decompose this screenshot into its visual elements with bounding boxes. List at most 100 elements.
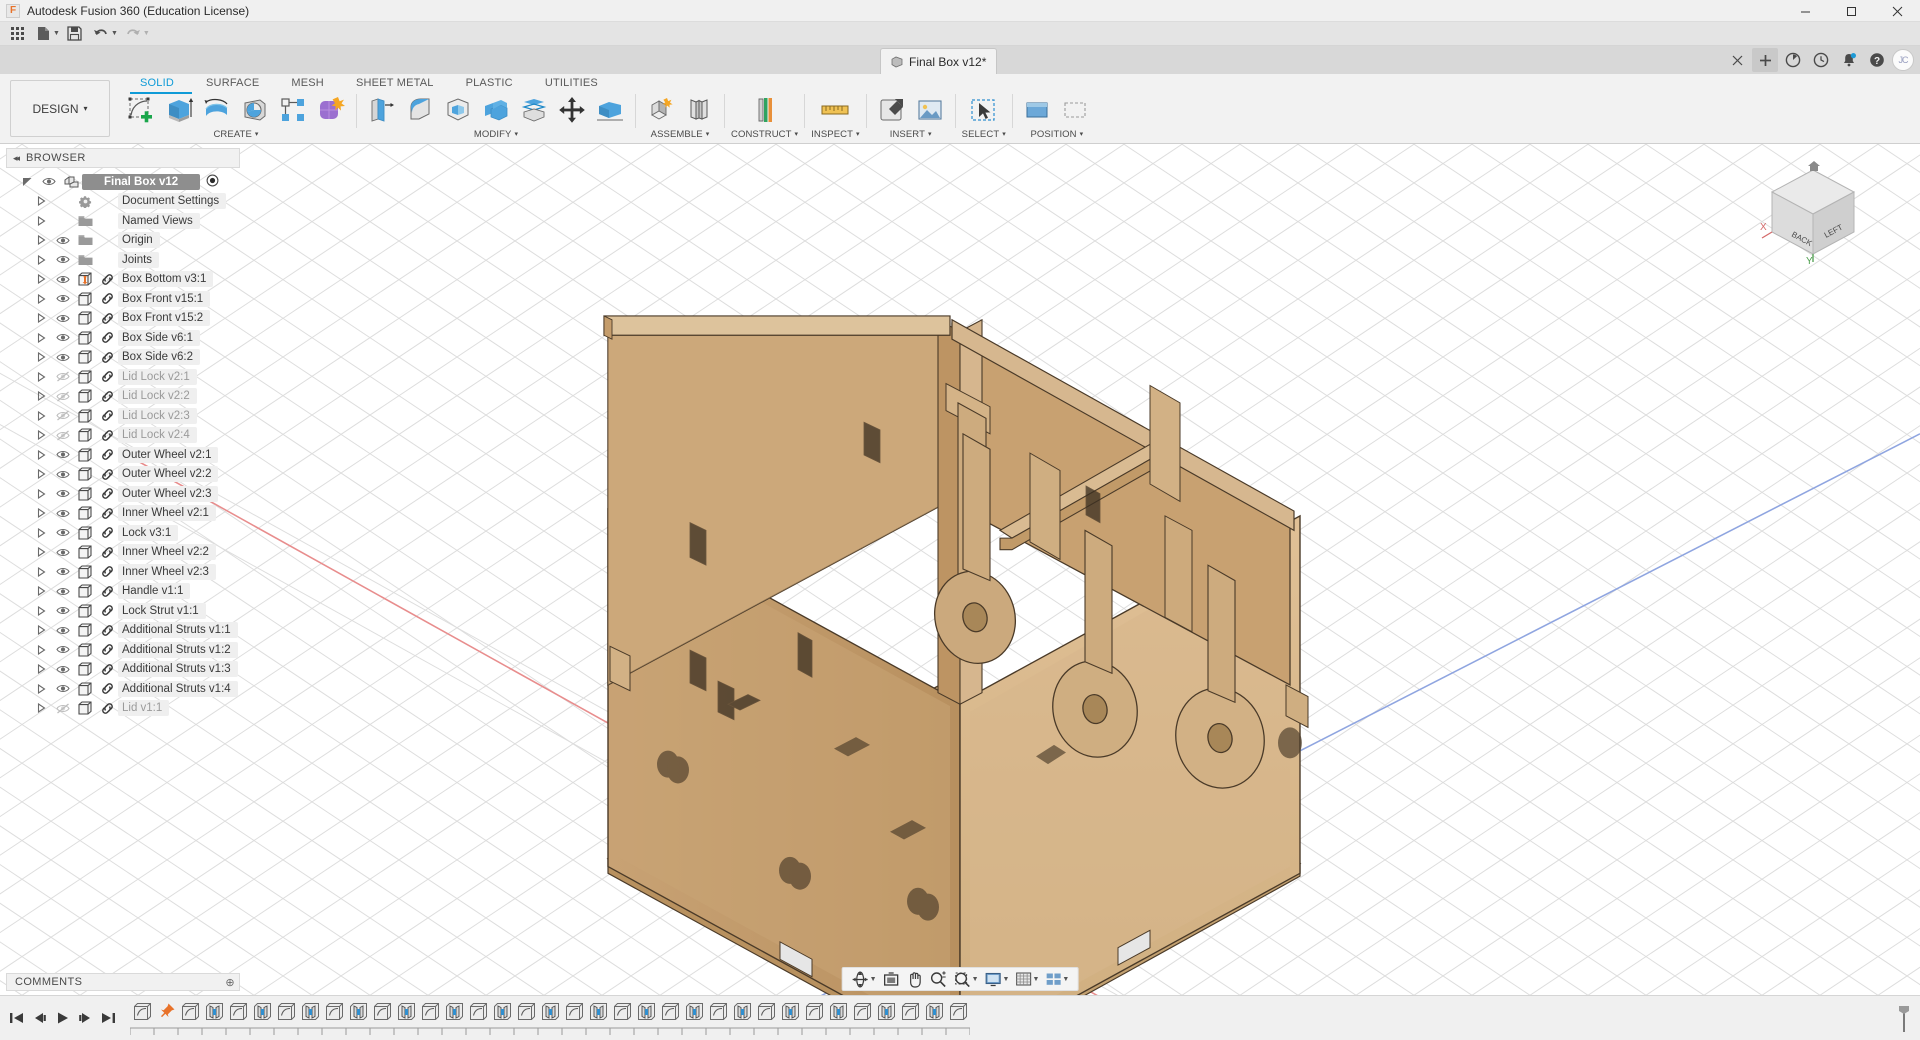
expand-triangle-icon[interactable]: [30, 645, 52, 655]
visibility-on-icon[interactable]: [52, 332, 74, 343]
visibility-off-icon[interactable]: [52, 703, 74, 714]
move-copy-icon[interactable]: [553, 92, 591, 128]
timeline-feature-joint[interactable]: [394, 998, 418, 1024]
go-to-beginning-icon[interactable]: [6, 1005, 26, 1031]
timeline-feature-sketch[interactable]: [130, 998, 154, 1024]
visibility-on-icon[interactable]: [52, 644, 74, 655]
expand-triangle-icon[interactable]: [30, 547, 52, 557]
look-at-icon[interactable]: [880, 968, 903, 990]
ribbon-group-assemble-label[interactable]: ASSEMBLE▾: [651, 128, 710, 140]
browser-tree-item[interactable]: Box Front v15:2: [0, 309, 248, 329]
timeline-feature-sketch[interactable]: [370, 998, 394, 1024]
visibility-on-icon[interactable]: [52, 488, 74, 499]
expand-triangle-icon[interactable]: [30, 684, 52, 694]
close-button[interactable]: [1874, 0, 1920, 22]
shell-icon[interactable]: [439, 92, 477, 128]
expand-triangle-icon[interactable]: [30, 294, 52, 304]
expand-triangle-icon[interactable]: [30, 450, 52, 460]
timeline-feature-joint[interactable]: [634, 998, 658, 1024]
visibility-on-icon[interactable]: [52, 449, 74, 460]
new-file-caret-icon[interactable]: ▼: [53, 30, 60, 37]
ribbon-group-create-label[interactable]: CREATE▾: [213, 128, 258, 140]
timeline-feature-sketch[interactable]: [514, 998, 538, 1024]
visibility-on-icon[interactable]: [38, 176, 60, 187]
timeline-feature-sketch[interactable]: [178, 998, 202, 1024]
expand-triangle-icon[interactable]: [30, 196, 52, 206]
insert-derive-icon[interactable]: [873, 92, 911, 128]
browser-tree-item[interactable]: Lock v3:1: [0, 523, 248, 543]
expand-triangle-icon[interactable]: [30, 664, 52, 674]
browser-tree-item[interactable]: Outer Wheel v2:2: [0, 465, 248, 485]
timeline-feature-sketch[interactable]: [562, 998, 586, 1024]
display-settings-caret-icon[interactable]: ▼: [1003, 976, 1010, 983]
browser-tree-item[interactable]: Joints: [0, 250, 248, 270]
play-icon[interactable]: [52, 1005, 72, 1031]
expand-triangle-icon[interactable]: [30, 508, 52, 518]
pan-icon[interactable]: [904, 968, 926, 990]
browser-tree-item[interactable]: Box Side v6:2: [0, 348, 248, 368]
press-pull-icon[interactable]: [363, 92, 401, 128]
ribbon-group-modify-label[interactable]: MODIFY▾: [474, 128, 518, 140]
ribbon-group-position-label[interactable]: POSITION▾: [1030, 128, 1083, 140]
position-snapshot-icon[interactable]: [1019, 92, 1057, 128]
timeline-feature-joint[interactable]: [538, 998, 562, 1024]
close-tab-button[interactable]: [1724, 48, 1750, 72]
timeline-feature-joint[interactable]: [250, 998, 274, 1024]
browser-header[interactable]: ◂◂ BROWSER: [6, 148, 240, 168]
timeline-feature-sketch[interactable]: [850, 998, 874, 1024]
view-cube[interactable]: BACK LEFT X Y: [1758, 158, 1868, 268]
measure-icon[interactable]: [813, 92, 857, 128]
timeline-feature-sketch[interactable]: [802, 998, 826, 1024]
orbit-icon[interactable]: [849, 968, 872, 990]
visibility-on-icon[interactable]: [52, 254, 74, 265]
expand-triangle-icon[interactable]: [30, 489, 52, 499]
browser-tree-item[interactable]: Outer Wheel v2:1: [0, 445, 248, 465]
new-component-icon[interactable]: [642, 92, 680, 128]
browser-tree-item[interactable]: Outer Wheel v2:3: [0, 484, 248, 504]
visibility-on-icon[interactable]: [52, 508, 74, 519]
browser-root-node[interactable]: Final Box v12: [0, 172, 248, 192]
expand-triangle-icon[interactable]: [30, 352, 52, 362]
notifications-icon[interactable]: [1836, 48, 1862, 72]
fit-caret-icon[interactable]: ▼: [972, 976, 979, 983]
tab-mesh[interactable]: MESH: [275, 74, 340, 92]
construct-plane-icon[interactable]: [743, 92, 787, 128]
maximize-button[interactable]: [1828, 0, 1874, 22]
visibility-on-icon[interactable]: [52, 586, 74, 597]
timeline-feature-sketch[interactable]: [418, 998, 442, 1024]
viewports-caret-icon[interactable]: ▼: [1062, 976, 1069, 983]
position-revert-icon[interactable]: [1057, 92, 1095, 128]
step-back-icon[interactable]: [29, 1005, 49, 1031]
visibility-on-icon[interactable]: [52, 469, 74, 480]
viewports-icon[interactable]: [1042, 968, 1064, 990]
joint-icon[interactable]: [680, 92, 718, 128]
ribbon-group-select-label[interactable]: SELECT▾: [962, 128, 1006, 140]
step-forward-icon[interactable]: [75, 1005, 95, 1031]
expand-triangle-icon[interactable]: [30, 528, 52, 538]
browser-tree-item[interactable]: Origin: [0, 231, 248, 251]
add-comment-icon[interactable]: ⊕: [225, 976, 235, 989]
expand-triangle-icon[interactable]: [30, 606, 52, 616]
tab-sheet-metal[interactable]: SHEET METAL: [340, 74, 450, 92]
timeline-feature-joint[interactable]: [202, 998, 226, 1024]
expand-triangle-icon[interactable]: [30, 255, 52, 265]
visibility-on-icon[interactable]: [52, 527, 74, 538]
grid-settings-icon[interactable]: [1012, 968, 1034, 990]
tab-utilities[interactable]: UTILITIES: [529, 74, 614, 92]
help-icon[interactable]: ?: [1864, 48, 1890, 72]
visibility-on-icon[interactable]: [52, 274, 74, 285]
browser-tree-item[interactable]: Inner Wheel v2:1: [0, 504, 248, 524]
zoom-icon[interactable]: [927, 968, 950, 990]
minimize-button[interactable]: [1782, 0, 1828, 22]
browser-tree-item[interactable]: Box Front v15:1: [0, 289, 248, 309]
expand-triangle-icon[interactable]: [30, 586, 52, 596]
visibility-on-icon[interactable]: [52, 352, 74, 363]
redo-caret-icon[interactable]: ▼: [143, 30, 150, 37]
timeline-feature-joint[interactable]: [346, 998, 370, 1024]
grid-settings-caret-icon[interactable]: ▼: [1032, 976, 1039, 983]
revolve-icon[interactable]: [198, 92, 236, 128]
timeline-feature-joint[interactable]: [586, 998, 610, 1024]
timeline-feature-sketch[interactable]: [610, 998, 634, 1024]
fit-icon[interactable]: [951, 968, 974, 990]
select-icon[interactable]: [962, 92, 1006, 128]
